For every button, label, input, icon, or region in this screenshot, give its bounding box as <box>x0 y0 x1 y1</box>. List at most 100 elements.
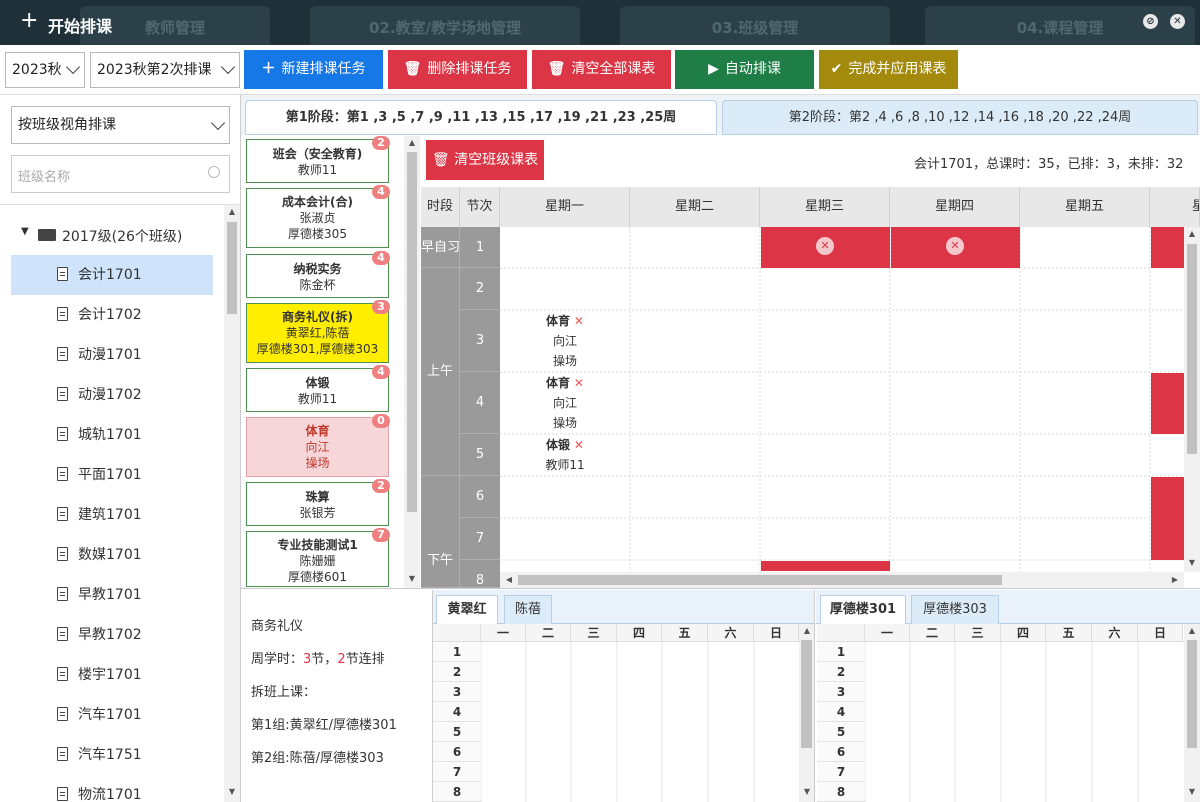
teacher-grid-lines <box>480 624 755 802</box>
header-day: 星 <box>1150 187 1200 227</box>
count-badge: 0 <box>372 414 390 428</box>
view-select[interactable]: 按班级视角排课 <box>11 106 230 144</box>
room-scroll-thumb[interactable] <box>1187 640 1197 748</box>
timetable-hscroll-thumb[interactable] <box>518 575 1002 585</box>
mini-day: 四 <box>1001 624 1046 642</box>
clear-class-schedule-button[interactable]: 🗑 清空班级课表 <box>426 140 544 180</box>
tree-item[interactable]: 建筑1701 <box>11 495 213 535</box>
tab-teacher-2[interactable]: 陈蓓 <box>504 595 552 624</box>
remove-icon[interactable]: ✕ <box>574 376 584 390</box>
tree-item[interactable]: 早教1702 <box>11 615 213 655</box>
task-select[interactable]: 2023秋第2次排课 <box>90 52 240 88</box>
term-select[interactable]: 2023秋 <box>5 52 85 88</box>
tree-item[interactable]: 会计1702 <box>11 295 213 335</box>
course-card[interactable]: 体锻 教师11 4 <box>246 365 390 412</box>
cancel-icon[interactable]: ✕ <box>946 237 964 255</box>
scroll-left-icon[interactable]: ◀ <box>502 575 516 585</box>
finish-apply-button[interactable]: ✔ 完成并应用课表 <box>819 50 958 89</box>
schedule-entry[interactable]: 体育 ✕ 向江 操场 <box>500 311 630 371</box>
restore-icon[interactable]: ⊘ <box>1143 14 1158 29</box>
timetable-vscroll-thumb[interactable] <box>1187 244 1197 454</box>
scroll-down-icon[interactable]: ▼ <box>800 787 814 797</box>
new-task-button[interactable]: ＋新建排课任务 <box>244 50 383 89</box>
tree-scroll-thumb[interactable] <box>227 222 237 314</box>
header-day: 星期四 <box>890 187 1020 227</box>
tree-item[interactable]: 物流1701 <box>11 775 213 802</box>
tree-item[interactable]: 数媒1701 <box>11 535 213 575</box>
tree-item[interactable]: 楼宇1701 <box>11 655 213 695</box>
delete-task-button[interactable]: 🗑 删除排课任务 <box>388 50 527 89</box>
info-course: 商务礼仪 <box>251 619 304 634</box>
scroll-up-icon[interactable]: ▲ <box>1185 626 1199 636</box>
tree-item[interactable]: 早教1701 <box>11 575 213 615</box>
course-card-full[interactable]: 体育 向江 操场 0 <box>246 414 390 477</box>
remove-icon[interactable]: ✕ <box>574 438 584 452</box>
bg-tab-room[interactable]: 02.教室/教学场地管理 <box>310 6 580 45</box>
tree-item[interactable]: 汽车1751 <box>11 735 213 775</box>
blocked-cell[interactable] <box>761 561 890 571</box>
close-icon[interactable]: ✕ <box>1170 14 1185 29</box>
teacher-scroll-thumb[interactable] <box>801 640 812 748</box>
mini-corner <box>433 624 481 642</box>
scroll-up-icon[interactable]: ▲ <box>225 207 239 217</box>
schedule-entry[interactable]: 体育 ✕ 向江 操场 <box>500 373 630 433</box>
mini-row-num: 8 <box>817 782 865 802</box>
class-search-input[interactable]: 班级名称 <box>11 155 230 193</box>
segment-morning: 上午 <box>421 268 460 476</box>
scroll-up-icon[interactable]: ▲ <box>405 138 419 148</box>
course-card-selected[interactable]: 商务礼仪(拆) 黄翠红,陈蓓 厚德楼301,厚德楼303 3 <box>246 300 390 363</box>
scroll-down-icon[interactable]: ▼ <box>1185 787 1199 797</box>
info-split: 拆班上课： <box>251 685 317 700</box>
scroll-right-icon[interactable]: ▶ <box>1168 575 1182 585</box>
tree-item[interactable]: 汽车1701 <box>11 695 213 735</box>
mini-row-num: 4 <box>817 702 865 722</box>
bg-tab-class[interactable]: 03.班级管理 <box>620 6 890 45</box>
scroll-down-icon[interactable]: ▼ <box>1185 558 1199 568</box>
period-cell: 5 <box>460 434 500 476</box>
mini-day: 三 <box>571 624 617 642</box>
scroll-down-icon[interactable]: ▼ <box>405 574 419 584</box>
clear-all-button[interactable]: 🗑 清空全部课表 <box>532 50 671 89</box>
course-card[interactable]: 珠算 张银芳 2 <box>246 479 390 526</box>
mini-day: 五 <box>1046 624 1092 642</box>
course-card[interactable]: 成本会计(合) 张淑贞 厚德楼305 4 <box>246 185 390 248</box>
blocked-cell[interactable] <box>1151 477 1184 560</box>
course-scroll-thumb[interactable] <box>407 152 417 512</box>
tree-item[interactable]: 城轨1701 <box>11 415 213 455</box>
header-day: 星期一 <box>500 187 630 227</box>
document-icon <box>57 707 68 721</box>
period-cell: 6 <box>460 476 500 518</box>
tab-room-2[interactable]: 厚德楼303 <box>911 595 999 624</box>
tab-stage-2[interactable]: 第2阶段：第2 ,4 ,6 ,8 ,10 ,12 ,14 ,16 ,18 ,20… <box>722 100 1198 135</box>
plus-icon: + <box>20 8 39 33</box>
scroll-up-icon[interactable]: ▲ <box>800 626 814 636</box>
tree-group-label[interactable]: 2017级(26个班级) <box>62 226 182 246</box>
mini-day: 六 <box>708 624 754 642</box>
document-icon <box>57 467 68 481</box>
scroll-down-icon[interactable]: ▼ <box>225 787 239 797</box>
mini-day: 二 <box>526 624 571 642</box>
tab-teacher-1[interactable]: 黄翠红 <box>436 595 498 625</box>
tree-item[interactable]: 平面1701 <box>11 455 213 495</box>
blocked-cell[interactable] <box>1151 227 1184 268</box>
course-card[interactable]: 专业技能测试1 陈姗姗 厚德楼601 7 <box>246 528 390 587</box>
header-day: 星期三 <box>760 187 890 227</box>
scroll-up-icon[interactable]: ▲ <box>1185 229 1199 239</box>
divider <box>0 204 241 205</box>
caret-down-icon[interactable]: ▼ <box>21 226 29 237</box>
blocked-cell[interactable] <box>1151 373 1184 434</box>
course-card[interactable]: 纳税实务 陈金杯 4 <box>246 251 390 298</box>
tree-item[interactable]: 动漫1701 <box>11 335 213 375</box>
mini-day: 日 <box>754 624 799 642</box>
auto-schedule-button[interactable]: ▶ 自动排课 <box>675 50 814 89</box>
schedule-entry[interactable]: 体锻 ✕ 教师11 <box>500 435 630 475</box>
mini-day: 一 <box>865 624 910 642</box>
course-card[interactable]: 班会（安全教育) 教师11 2 <box>246 136 390 183</box>
tree-item-kuaiji1701[interactable]: 会计1701 <box>11 255 213 295</box>
cancel-icon[interactable]: ✕ <box>816 237 834 255</box>
tab-room-1[interactable]: 厚德楼301 <box>820 595 906 625</box>
tree-item[interactable]: 动漫1702 <box>11 375 213 415</box>
tab-stage-1[interactable]: 第1阶段：第1 ,3 ,5 ,7 ,9 ,11 ,13 ,15 ,17 ,19 … <box>245 100 717 135</box>
mini-row-num: 8 <box>433 782 481 802</box>
remove-icon[interactable]: ✕ <box>574 314 584 328</box>
